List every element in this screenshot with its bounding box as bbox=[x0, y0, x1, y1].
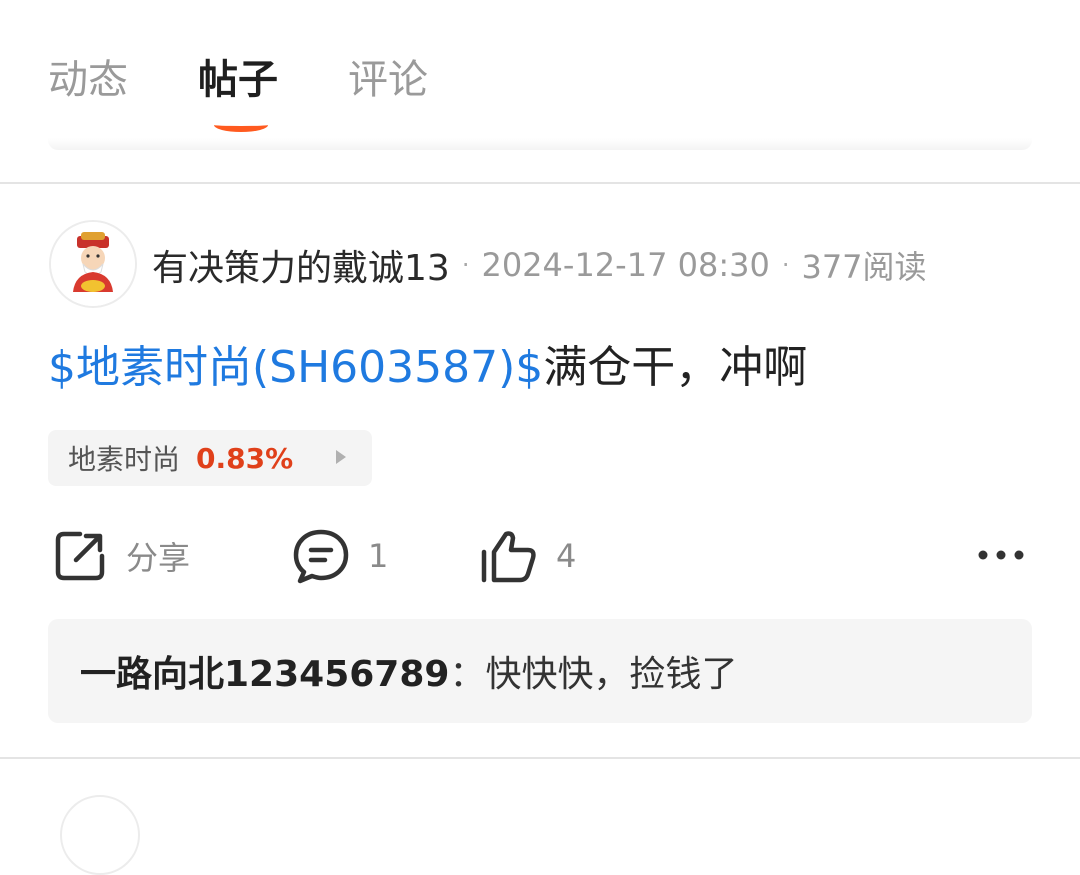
tab-tiezi[interactable]: 帖子 bbox=[198, 52, 278, 108]
post-meta: 有决策力的戴诚13 · 2024-12-17 08:30 · 377阅读 bbox=[152, 240, 927, 290]
comment-colon: ： bbox=[449, 654, 486, 695]
tab-dongtai[interactable]: 动态 bbox=[48, 52, 128, 108]
next-post-avatar[interactable] bbox=[60, 795, 140, 875]
share-label: 分享 bbox=[126, 539, 191, 577]
god-of-wealth-avatar-icon bbox=[51, 222, 135, 306]
active-tab-indicator bbox=[214, 118, 268, 132]
meta-separator: · bbox=[461, 251, 470, 279]
stock-link[interactable]: $地素时尚(SH603587)$ bbox=[48, 342, 543, 393]
author-avatar[interactable] bbox=[49, 220, 137, 308]
comment-preview[interactable]: 一路向北123456789：快快快，捡钱了 bbox=[48, 619, 1032, 723]
chevron-right-icon bbox=[336, 450, 346, 464]
stock-quote-chip[interactable]: 地素时尚 0.83% bbox=[48, 430, 372, 486]
author-name[interactable]: 有决策力的戴诚13 bbox=[152, 239, 450, 291]
comment-icon bbox=[293, 529, 349, 584]
stock-name: 地素时尚 bbox=[68, 443, 181, 476]
divider bbox=[0, 757, 1080, 759]
thumbs-up-icon bbox=[481, 531, 536, 583]
post-content: $地素时尚(SH603587)$满仓干，冲啊 bbox=[48, 337, 807, 399]
comment-text: 快快快，捡钱了 bbox=[485, 654, 738, 695]
like-count: 4 bbox=[556, 537, 577, 575]
more-button[interactable] bbox=[976, 540, 1026, 570]
divider bbox=[0, 182, 1080, 184]
tab-bar: 动态 帖子 评论 bbox=[0, 0, 1080, 150]
comment-count: 1 bbox=[368, 537, 389, 575]
share-icon bbox=[55, 531, 105, 581]
comment-button[interactable]: 1 bbox=[292, 528, 388, 584]
stock-change: 0.83% bbox=[196, 441, 294, 475]
tab-pinglun[interactable]: 评论 bbox=[348, 52, 428, 108]
share-button[interactable]: 分享 bbox=[52, 528, 190, 584]
post-text: 满仓干，冲啊 bbox=[543, 342, 808, 393]
tab-bar-shadow bbox=[48, 138, 1032, 150]
read-count: 377阅读 bbox=[801, 248, 927, 286]
comment-author[interactable]: 一路向北123456789 bbox=[80, 645, 449, 697]
post-time: 2024-12-17 08:30 bbox=[481, 246, 770, 284]
like-button[interactable]: 4 bbox=[480, 528, 576, 584]
more-dots-icon bbox=[978, 550, 1024, 560]
meta-separator: · bbox=[781, 251, 790, 279]
